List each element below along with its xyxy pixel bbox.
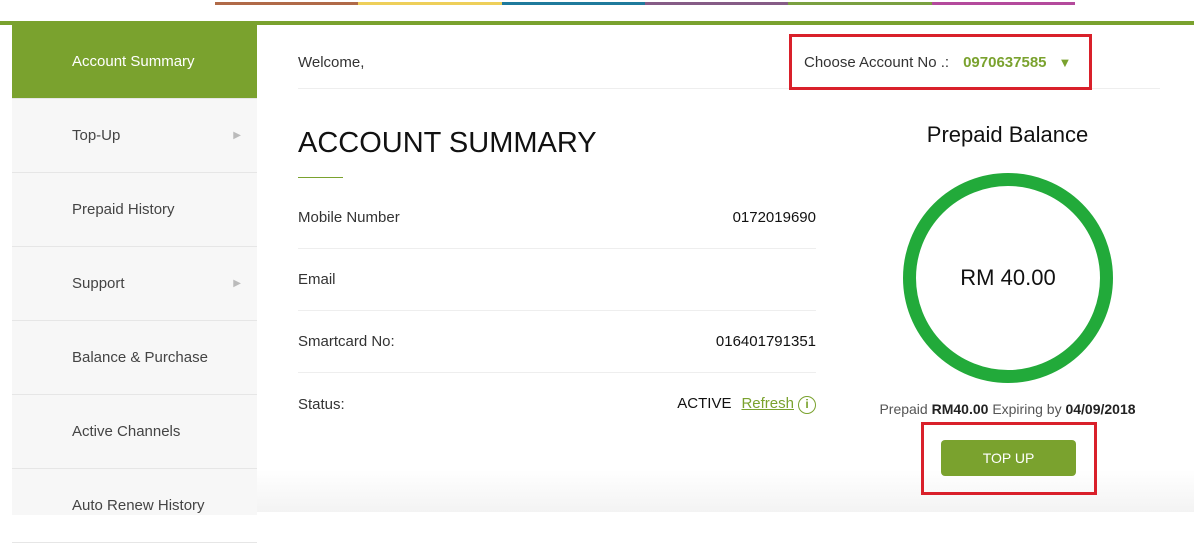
value: 0172019690 — [732, 209, 816, 226]
page-title: ACCOUNT SUMMARY — [298, 127, 597, 159]
label: Status: — [298, 395, 345, 413]
caret-down-icon: ▼ — [1058, 54, 1072, 70]
balance-amount: RM 40.00 — [960, 265, 1056, 290]
info-icon[interactable]: i — [798, 395, 816, 414]
label: Account Summary — [72, 53, 195, 70]
label: Balance & Purchase — [72, 349, 208, 366]
welcome-text: Welcome, — [298, 54, 365, 71]
row-email: Email — [298, 249, 816, 311]
sidebar-item-auto-renew-history[interactable]: Auto Renew History — [12, 469, 257, 543]
sidebar: Account Summary Top-Up ▶ Prepaid History … — [12, 25, 257, 543]
label: Prepaid History — [72, 201, 175, 218]
brand-stripes — [215, 2, 1075, 5]
amount: RM40.00 — [931, 401, 989, 417]
row-mobile-number: Mobile Number 0172019690 — [298, 187, 816, 249]
account-selector-label: Choose Account No .: — [804, 53, 950, 71]
row-status: Status: ACTIVE Refresh i — [298, 373, 816, 435]
account-number: 0970637585 — [963, 53, 1047, 71]
balance-title: Prepaid Balance — [926, 122, 1089, 147]
label: Auto Renew History — [72, 497, 205, 514]
label: Mobile Number — [298, 209, 400, 226]
top-up-button[interactable]: TOP UP — [941, 440, 1076, 476]
prefix: Prepaid — [879, 401, 928, 417]
label: Top-Up — [72, 127, 121, 144]
label: Active Channels — [72, 423, 181, 440]
row-smartcard: Smartcard No: 016401791351 — [298, 311, 816, 373]
status-value: ACTIVE — [677, 394, 732, 412]
label: Email — [298, 271, 336, 288]
chevron-right-icon: ▶ — [233, 130, 241, 141]
sidebar-item-support[interactable]: Support ▶ — [12, 247, 257, 321]
title-underline — [298, 177, 343, 178]
label: Smartcard No: — [298, 333, 395, 350]
label: Support — [72, 275, 125, 292]
expiring-label: Expiring by — [992, 401, 1062, 417]
chevron-right-icon: ▶ — [233, 278, 241, 289]
sidebar-item-active-channels[interactable]: Active Channels — [12, 395, 257, 469]
account-selector[interactable]: Choose Account No .: 0970637585 ▼ — [789, 34, 1092, 90]
refresh-link[interactable]: Refresh — [741, 395, 794, 412]
balance-ring: RM 40.00 — [903, 173, 1113, 383]
value: 016401791351 — [715, 333, 816, 350]
expiry-date: 04/09/2018 — [1065, 401, 1136, 417]
sidebar-item-top-up[interactable]: Top-Up ▶ — [12, 99, 257, 173]
sidebar-item-prepaid-history[interactable]: Prepaid History — [12, 173, 257, 247]
sidebar-item-balance-purchase[interactable]: Balance & Purchase — [12, 321, 257, 395]
sidebar-item-account-summary[interactable]: Account Summary — [12, 25, 257, 99]
expiry-text: Prepaid RM40.00 Expiring by 04/09/2018 — [860, 401, 1155, 417]
